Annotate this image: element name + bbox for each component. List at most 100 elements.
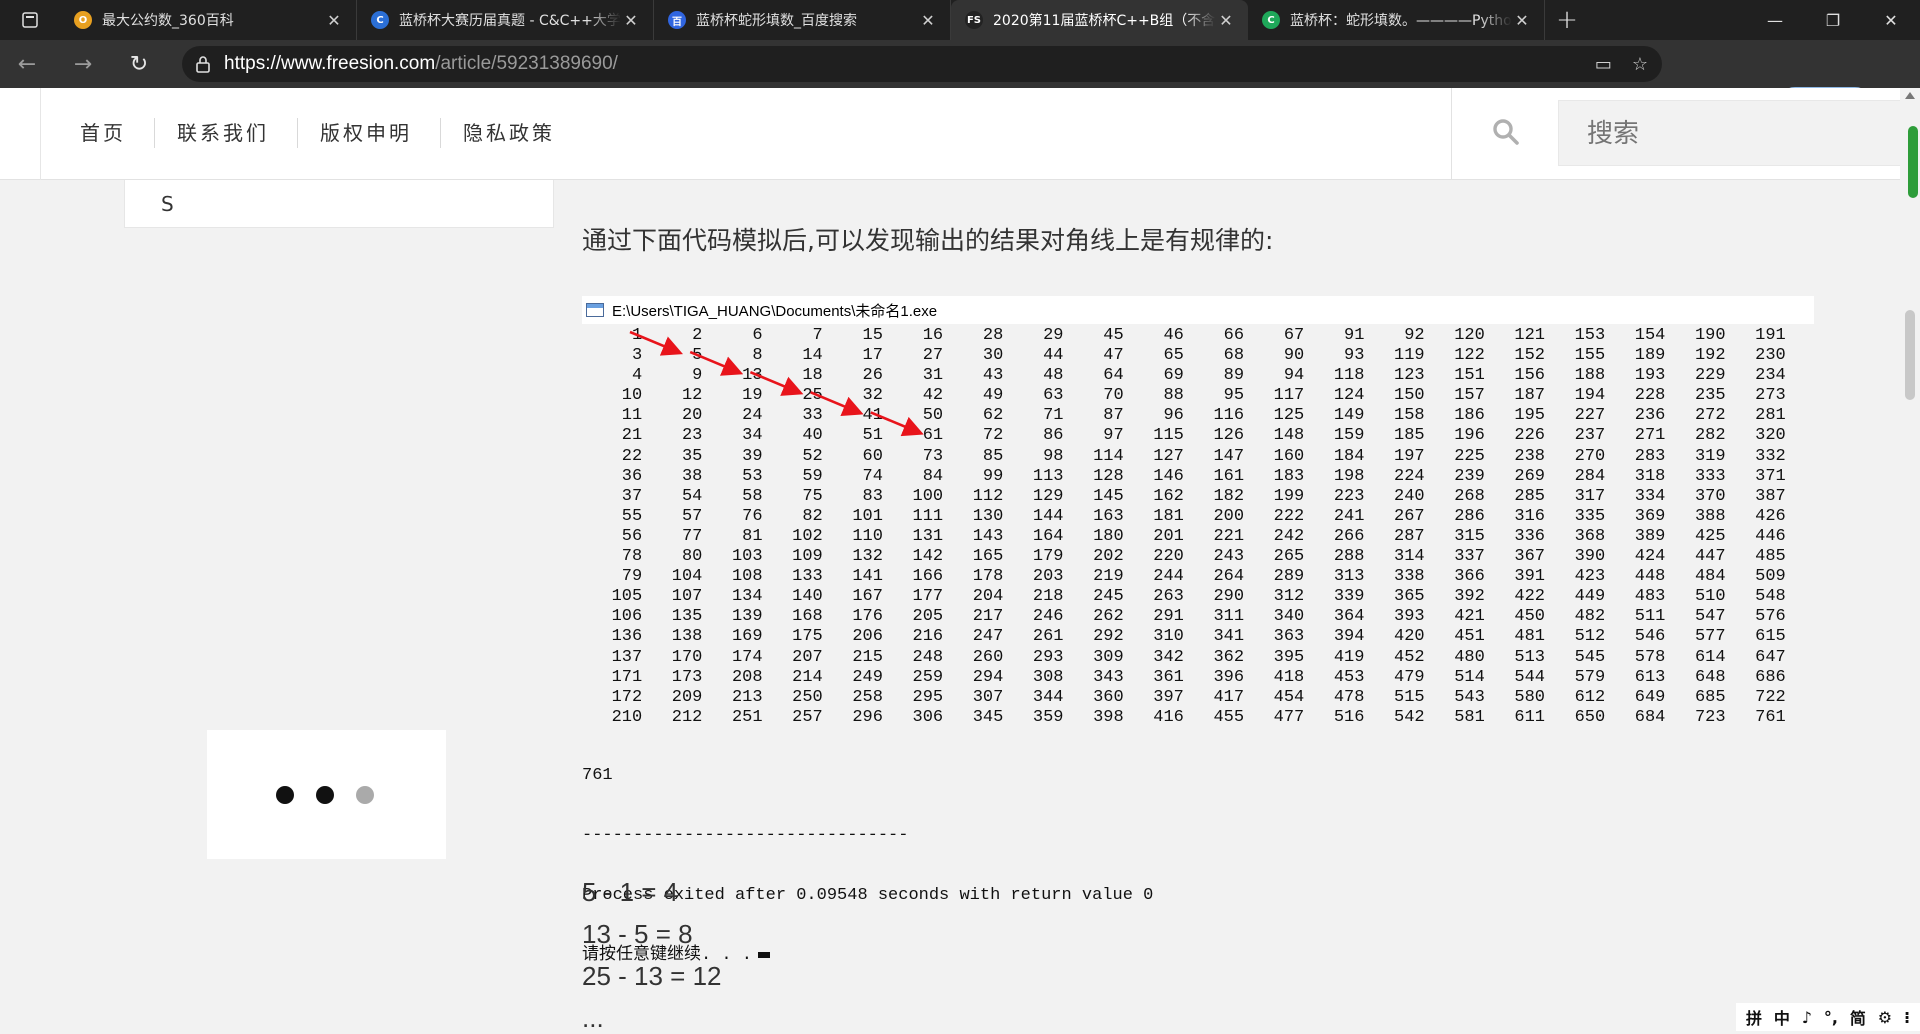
ime-button[interactable]: °, [1824,1008,1838,1027]
tab-close-icon[interactable]: ✕ [918,11,938,30]
grid-cell: 12 [681,386,703,406]
grid-cell: 309 [1093,647,1124,667]
back-icon[interactable]: ← [0,40,54,88]
grid-cell: 118 [1333,366,1365,386]
restore-button[interactable]: ❐ [1804,0,1862,40]
ime-button[interactable]: 拼 [1746,1005,1762,1029]
grid-cell: 761 [1755,707,1786,727]
grid-cell: 289 [1273,567,1305,587]
page-scrollbar[interactable] [1900,88,1920,1031]
menu-home[interactable]: 首页 [60,118,155,148]
grid-cell: 53 [742,466,763,486]
browser-tab[interactable]: C 蓝桥杯大赛历届真题 - C&C++大学B组 ✕ [357,0,654,40]
grid-cell: 577 [1694,627,1726,647]
grid-cell: 40 [802,426,823,446]
grid-cell: 151 [1454,366,1485,386]
equation-line: 25 - 13 = 12 [582,961,722,991]
grid-cell: 26 [862,366,883,386]
grid-cell: 194 [1574,386,1606,406]
grid-cell: 159 [1333,426,1365,446]
browser-tab[interactable]: O 最大公约数_360百科 ✕ [60,0,357,40]
grid-cell: 126 [1213,426,1245,446]
grid-cell: 79 [621,567,643,587]
refresh-icon[interactable]: ↻ [112,40,166,88]
search-icon[interactable] [1492,118,1520,146]
grid-cell: 544 [1514,667,1545,687]
close-window-button[interactable]: ✕ [1862,0,1920,40]
grid-cell: 108 [731,567,763,587]
grid-cell: 360 [1093,687,1124,707]
url-text: https://www.freesion.com/article/5923138… [224,53,618,74]
grid-cell: 336 [1514,526,1545,546]
grid-cell: 76 [742,506,763,526]
ime-button[interactable]: 中 [1774,1005,1790,1029]
grid-cell: 239 [1454,466,1485,486]
minimize-button[interactable]: — [1746,0,1804,40]
tab-actions-icon[interactable] [0,0,60,40]
grid-cell: 31 [922,366,944,386]
grid-cell: 82 [802,506,823,526]
ime-button[interactable]: ♪ [1802,1008,1812,1027]
tab-close-icon[interactable]: ✕ [621,11,641,30]
grid-cell: 19 [742,386,763,406]
grid-cell: 183 [1273,466,1305,486]
grid-cell: 174 [731,647,763,667]
grid-cell: 367 [1514,547,1545,567]
new-tab-button[interactable]: + [1545,0,1589,40]
ime-button[interactable]: 简 [1850,1005,1866,1029]
grid-cell: 41 [862,406,883,426]
browser-tab[interactable]: C 蓝桥杯：蛇形填数。————Python ✕ [1248,0,1545,40]
grid-cell: 283 [1634,446,1666,466]
ime-button[interactable]: ⚙ [1878,1008,1892,1027]
grid-cell: 158 [1394,406,1425,426]
search-input[interactable] [1558,100,1900,166]
tab-close-icon[interactable]: ✕ [1512,11,1532,30]
grid-cell: 73 [922,446,944,466]
url-field[interactable]: https://www.freesion.com/article/5923138… [182,46,1662,82]
menu-contact[interactable]: 联系我们 [155,118,298,148]
grid-cell: 394 [1333,627,1365,647]
reader-icon[interactable]: ▭ [1595,54,1612,75]
scrollbar-thumb[interactable] [1905,310,1915,400]
grid-cell: 271 [1634,426,1666,446]
grid-cell: 455 [1213,707,1245,727]
browser-tab[interactable]: FS 2020第11届蓝桥杯C++B组（不含填空题）✕ [951,0,1248,40]
grid-cell: 580 [1514,687,1545,707]
grid-cell: 147 [1213,446,1245,466]
grid-cell: 480 [1454,647,1485,667]
grid-cell: 483 [1634,587,1666,607]
add-favorite-icon[interactable]: ☆ [1632,54,1648,75]
forward-icon[interactable]: → [56,40,110,88]
tab-close-icon[interactable]: ✕ [324,11,344,30]
ime-button[interactable]: ⁝ [1904,1008,1910,1027]
console-window-icon [586,303,604,317]
snake-grid: 1 2 6 7 15 16 28 29 45 46 66 67 91 92 120 121 153 154 190 1… [582,326,1786,728]
grid-cell: 52 [802,446,823,466]
equation-line: 13 - 5 = 8 [582,919,693,949]
grid-cell: 288 [1333,547,1365,567]
grid-row: 56 77 81 102 110 131 143 164 180 201 221 242 266 287 3… [582,527,1786,547]
grid-cell: 65 [1163,346,1184,366]
grid-cell: 106 [611,607,643,627]
grid-cell: 129 [1032,486,1064,506]
scroll-up-icon[interactable] [1905,92,1915,99]
grid-cell: 511 [1634,607,1666,627]
tab-close-icon[interactable]: ✕ [1216,11,1236,30]
grid-cell: 170 [671,647,703,667]
grid-cell: 343 [1093,667,1124,687]
grid-cell: 229 [1694,366,1726,386]
grid-cell: 123 [1394,366,1425,386]
browser-tab[interactable]: 百蓝桥杯蛇形填数_百度搜索 ✕ [654,0,951,40]
menu-privacy[interactable]: 隐私政策 [441,118,583,148]
grid-cell: 202 [1093,547,1124,567]
grid-cell: 509 [1755,567,1786,587]
menu-copyright[interactable]: 版权申明 [298,118,441,148]
tab-favicon-icon: FS [965,11,983,29]
grid-cell: 105 [611,587,643,607]
grid-cell: 614 [1694,647,1726,667]
grid-row: 172 209 213 250 258 295 307 344 360 397 417 454 478 5… [582,688,1786,708]
grid-cell: 90 [1283,346,1305,366]
grid-cell: 286 [1454,506,1485,526]
grid-cell: 49 [982,386,1004,406]
grid-cell: 176 [852,607,883,627]
